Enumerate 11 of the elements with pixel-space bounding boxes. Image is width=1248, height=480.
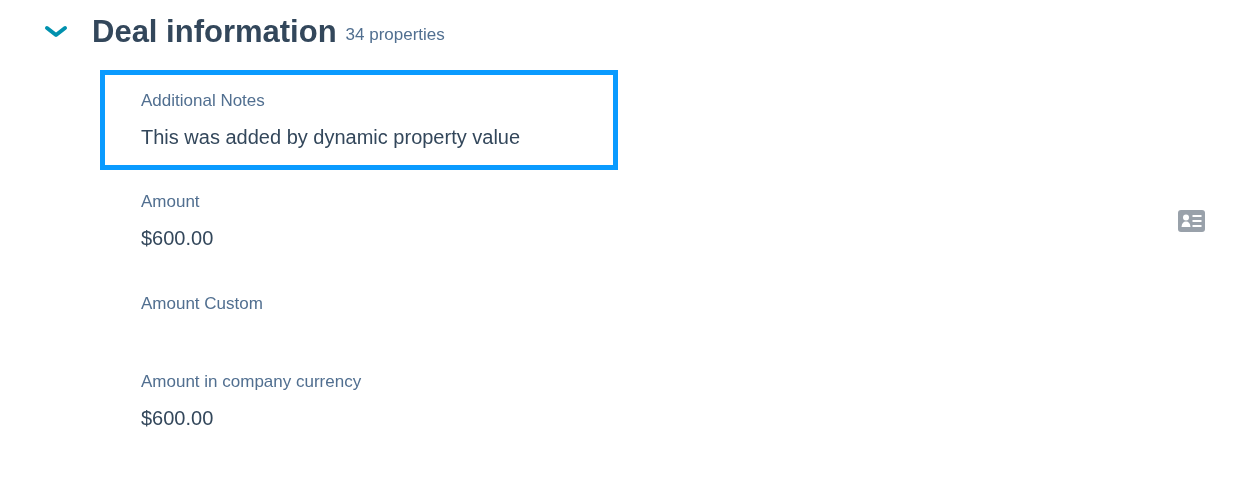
- property-label: Amount in company currency: [141, 371, 362, 393]
- chevron-icon: [44, 25, 68, 39]
- property-value: $600.00: [141, 406, 215, 431]
- property-value: $600.00: [141, 226, 214, 251]
- property-value: This was added by dynamic property value: [141, 125, 521, 150]
- section-title: Deal information: [92, 14, 337, 50]
- contact-card-icon[interactable]: [1178, 210, 1205, 232]
- property-label: Additional Notes: [141, 90, 266, 112]
- property-label: Amount: [141, 191, 201, 213]
- property-label: Amount Custom: [141, 293, 263, 315]
- property-count: 34 properties: [345, 24, 445, 47]
